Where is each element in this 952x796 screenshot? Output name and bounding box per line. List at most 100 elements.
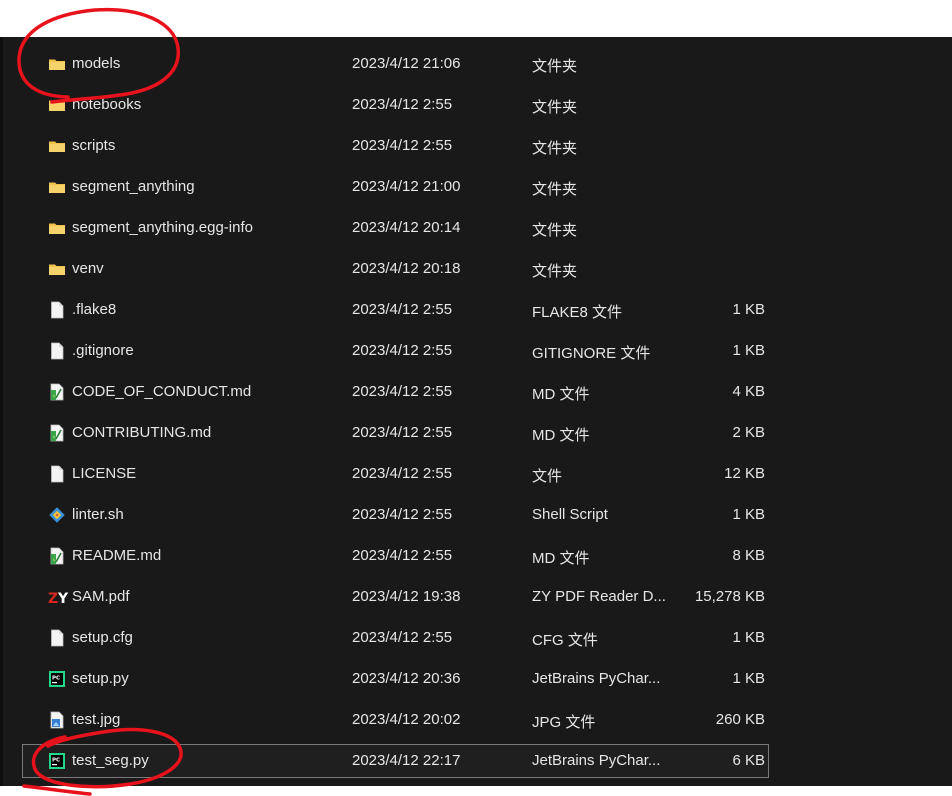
file-size: 4 KB: [732, 383, 765, 400]
file-icon: [48, 342, 66, 360]
file-name: venv: [72, 260, 104, 277]
file-row[interactable]: LICENSE 2023/4/12 2:55 文件 12 KB: [22, 457, 769, 491]
file-type: FLAKE8 文件: [532, 304, 623, 321]
file-type: MD 文件: [532, 386, 590, 403]
file-type: JetBrains PyChar...: [532, 670, 661, 687]
file-row[interactable]: models 2023/4/12 21:06 文件夹: [22, 47, 769, 81]
file-name: setup.cfg: [72, 629, 133, 646]
file-row[interactable]: segment_anything.egg-info 2023/4/12 20:14…: [22, 211, 769, 245]
file-type: GITIGNORE 文件: [532, 345, 651, 362]
file-date-modified: 2023/4/12 2:55: [352, 96, 453, 113]
svg-text:PC: PC: [52, 758, 60, 764]
file-icon: [48, 629, 66, 647]
file-date-modified: 2023/4/12 2:55: [352, 137, 453, 154]
file-size: 15,278 KB: [694, 588, 765, 605]
file-name: test_seg.py: [72, 752, 149, 769]
file-date-modified: 2023/4/12 2:55: [352, 301, 453, 318]
file-name: setup.py: [72, 670, 129, 687]
file-row[interactable]: CODE_OF_CONDUCT.md 2023/4/12 2:55 MD 文件 4 K…: [22, 375, 769, 409]
file-row[interactable]: .flake8 2023/4/12 2:55 FLAKE8 文件 1 KB: [22, 293, 769, 327]
file-type: ZY PDF Reader D...: [532, 588, 666, 605]
file-type: 文件: [532, 468, 563, 485]
markdown-file-icon: [48, 424, 66, 442]
file-type: 文件夹: [532, 58, 578, 75]
file-name: test.jpg: [72, 711, 121, 728]
file-name: .flake8: [72, 301, 117, 318]
file-size: 1 KB: [732, 506, 765, 523]
file-size: 6 KB: [732, 752, 765, 769]
file-list: models 2023/4/12 21:06 文件夹 notebooks 2023/4/…: [0, 37, 952, 786]
file-type: JPG 文件: [532, 714, 596, 731]
markdown-file-icon: [48, 547, 66, 565]
file-date-modified: 2023/4/12 22:17: [352, 752, 461, 769]
file-row[interactable]: README.md 2023/4/12 2:55 MD 文件 8 KB: [22, 539, 769, 573]
file-name: models: [72, 55, 121, 72]
file-row[interactable]: test.jpg 2023/4/12 20:02 JPG 文件 260 KB: [22, 703, 769, 737]
file-type: MD 文件: [532, 550, 590, 567]
markdown-file-icon: [48, 383, 66, 401]
folder-icon: [48, 260, 66, 278]
file-date-modified: 2023/4/12 20:36: [352, 670, 461, 687]
file-name: SAM.pdf: [72, 588, 130, 605]
file-row[interactable]: linter.sh 2023/4/12 2:55 Shell Script 1 KB: [22, 498, 769, 532]
file-date-modified: 2023/4/12 21:00: [352, 178, 461, 195]
svg-text:Y: Y: [57, 591, 69, 606]
file-type: CFG 文件: [532, 632, 598, 649]
file-size: 1 KB: [732, 342, 765, 359]
svg-text:Z: Z: [48, 591, 58, 606]
file-row[interactable]: scripts 2023/4/12 2:55 文件夹: [22, 129, 769, 163]
folder-icon: [48, 219, 66, 237]
file-type: 文件夹: [532, 181, 578, 198]
file-name: .gitignore: [72, 342, 134, 359]
file-size: 1 KB: [732, 670, 765, 687]
file-name: CONTRIBUTING.md: [72, 424, 212, 441]
file-icon: [48, 301, 66, 319]
file-date-modified: 2023/4/12 20:18: [352, 260, 461, 277]
file-row[interactable]: segment_anything 2023/4/12 21:00 文件夹: [22, 170, 769, 204]
file-row[interactable]: CONTRIBUTING.md 2023/4/12 2:55 MD 文件 2 KB: [22, 416, 769, 450]
file-name: README.md: [72, 547, 162, 564]
file-type: MD 文件: [532, 427, 590, 444]
file-name: scripts: [72, 137, 116, 154]
file-name: linter.sh: [72, 506, 124, 523]
pdf-reader-icon: ZY: [48, 588, 69, 607]
file-date-modified: 2023/4/12 19:38: [352, 588, 461, 605]
file-date-modified: 2023/4/12 2:55: [352, 629, 453, 646]
file-type: 文件夹: [532, 140, 578, 157]
file-date-modified: 2023/4/12 2:55: [352, 506, 453, 523]
file-size: 8 KB: [732, 547, 765, 564]
file-type: 文件夹: [532, 222, 578, 239]
image-file-icon: [48, 711, 66, 729]
file-type: Shell Script: [532, 506, 608, 523]
file-date-modified: 2023/4/12 2:55: [352, 547, 453, 564]
file-row[interactable]: Z Y SAM.pdf 2023/4/12 19:38 ZY PDF Reader D.…: [22, 580, 769, 614]
file-row[interactable]: notebooks 2023/4/12 2:55 文件夹: [22, 88, 769, 122]
file-name: notebooks: [72, 96, 142, 113]
file-name: segment_anything.egg-info: [72, 219, 253, 236]
folder-icon: [48, 137, 66, 155]
file-row[interactable]: setup.cfg 2023/4/12 2:55 CFG 文件 1 KB: [22, 621, 769, 655]
pycharm-file-icon: PC: [48, 752, 66, 770]
svg-text:PC: PC: [52, 676, 60, 682]
file-date-modified: 2023/4/12 20:02: [352, 711, 461, 728]
file-row[interactable]: venv 2023/4/12 20:18 文件夹: [22, 252, 769, 286]
file-date-modified: 2023/4/12 2:55: [352, 383, 453, 400]
file-name: LICENSE: [72, 465, 137, 482]
folder-icon: [48, 178, 66, 196]
file-date-modified: 2023/4/12 2:55: [352, 465, 453, 482]
file-row[interactable]: .gitignore 2023/4/12 2:55 GITIGNORE 文件 1 KB: [22, 334, 769, 368]
folder-icon: [48, 55, 66, 73]
shell-script-icon: [48, 506, 66, 524]
file-type: 文件夹: [532, 263, 578, 280]
file-date-modified: 2023/4/12 2:55: [352, 342, 453, 359]
file-name: segment_anything: [72, 178, 195, 195]
file-size: 1 KB: [732, 629, 765, 646]
file-row[interactable]: PC setup.py 2023/4/12 20:36 JetBrains PyCha…: [22, 662, 769, 696]
file-type: 文件夹: [532, 99, 578, 116]
file-date-modified: 2023/4/12 21:06: [352, 55, 461, 72]
file-row[interactable]: PC test_seg.py 2023/4/12 22:17 JetBrains Py…: [22, 744, 769, 778]
file-size: 260 KB: [715, 711, 765, 728]
file-type: JetBrains PyChar...: [532, 752, 661, 769]
file-icon: [48, 465, 66, 483]
file-size: 1 KB: [732, 301, 765, 318]
